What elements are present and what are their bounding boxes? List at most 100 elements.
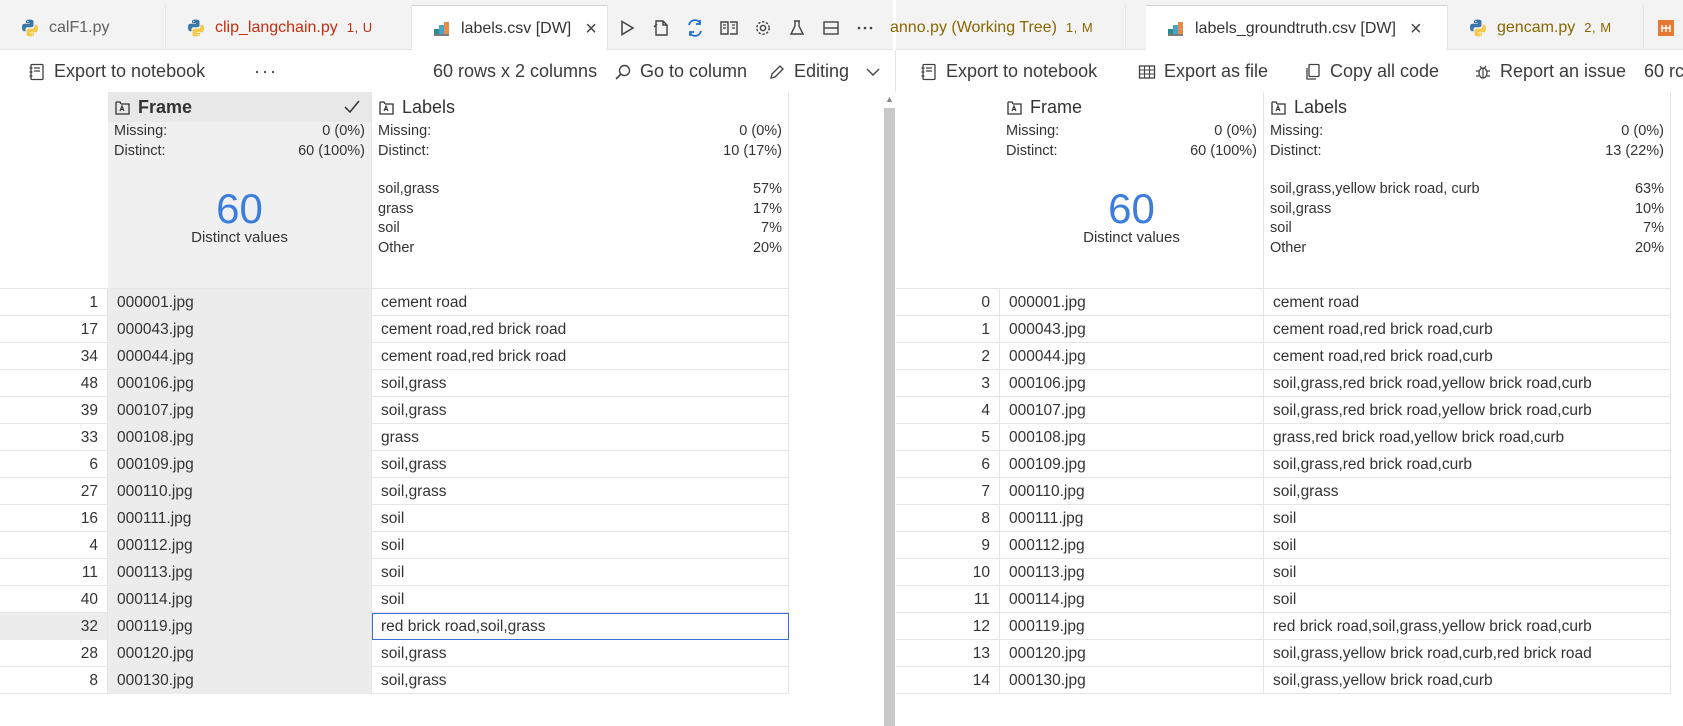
frame-cell[interactable]: 000043.jpg [108, 316, 372, 343]
frame-cell[interactable]: 000119.jpg [1000, 613, 1264, 640]
frame-cell[interactable]: 000110.jpg [108, 478, 372, 505]
table-row[interactable]: 1 000001.jpg cement road [0, 289, 789, 316]
flask-icon[interactable] [780, 11, 814, 45]
frame-cell[interactable]: 000109.jpg [108, 451, 372, 478]
labels-cell[interactable]: cement road,red brick road [372, 343, 789, 370]
frame-cell[interactable]: 000111.jpg [108, 505, 372, 532]
gear-icon[interactable] [746, 11, 780, 45]
table-row[interactable]: 9 000112.jpg soil [896, 532, 1671, 559]
labels-cell[interactable]: cement road,red brick road,curb [1264, 316, 1671, 343]
tab-calF1[interactable]: calF1.py [0, 5, 166, 50]
labels-cell[interactable]: soil [1264, 532, 1671, 559]
tab-labels-groundtruth-csv[interactable]: labels_groundtruth.csv [DW] × [1146, 5, 1448, 51]
labels-cell[interactable]: red brick road,soil,grass,yellow brick r… [1264, 613, 1671, 640]
more-actions-button[interactable]: ··· [254, 51, 278, 92]
table-row[interactable]: 8 000111.jpg soil [896, 505, 1671, 532]
labels-cell[interactable]: soil,grass [372, 370, 789, 397]
frame-cell[interactable]: 000114.jpg [1000, 586, 1264, 613]
labels-cell[interactable]: cement road,red brick road,curb [1264, 343, 1671, 370]
export-to-notebook-button[interactable]: Export to notebook [28, 51, 205, 92]
labels-cell[interactable]: cement road,red brick road [372, 316, 789, 343]
table-row[interactable]: 5 000108.jpg grass,red brick road,yellow b… [896, 424, 1671, 451]
labels-cell[interactable]: soil [372, 505, 789, 532]
frame-cell[interactable]: 000044.jpg [108, 343, 372, 370]
table-row[interactable]: 8 000130.jpg soil,grass [0, 667, 789, 694]
labels-cell[interactable]: soil,grass,yellow brick road,curb [1264, 667, 1671, 694]
table-row[interactable]: 32 000119.jpg red brick road,soil,grass [0, 613, 789, 640]
report-issue-button[interactable]: Report an issue [1474, 51, 1626, 92]
copy-all-code-button[interactable]: Copy all code [1304, 51, 1439, 92]
frame-cell[interactable]: 000107.jpg [1000, 397, 1264, 424]
table-row[interactable]: 17 000043.jpg cement road,red brick road [0, 316, 789, 343]
table-row[interactable]: 34 000044.jpg cement road,red brick road [0, 343, 789, 370]
frame-cell[interactable]: 000108.jpg [1000, 424, 1264, 451]
table-row[interactable]: 39 000107.jpg soil,grass [0, 397, 789, 424]
scroll-up-icon[interactable]: ▲ [884, 94, 895, 104]
table-row[interactable]: 3 000106.jpg soil,grass,red brick road,yel… [896, 370, 1671, 397]
frame-cell[interactable]: 000120.jpg [108, 640, 372, 667]
table-row[interactable]: 48 000106.jpg soil,grass [0, 370, 789, 397]
labels-cell[interactable]: soil [372, 532, 789, 559]
labels-cell[interactable]: soil,grass [372, 451, 789, 478]
table-row[interactable]: 11 000113.jpg soil [0, 559, 789, 586]
more-icon[interactable] [848, 11, 882, 45]
table-row[interactable]: 4 000112.jpg soil [0, 532, 789, 559]
labels-cell[interactable]: soil,grass [372, 640, 789, 667]
labels-cell[interactable]: cement road [372, 289, 789, 316]
column-header-frame[interactable]: Frame Missing: 0 (0%) Distinct: 60 (100%) … [1000, 92, 1264, 288]
frame-cell[interactable]: 000112.jpg [108, 532, 372, 559]
frame-cell[interactable]: 000114.jpg [108, 586, 372, 613]
run-icon[interactable] [610, 11, 644, 45]
table-row[interactable]: 7 000110.jpg soil,grass [896, 478, 1671, 505]
tab-overflow[interactable] [1644, 5, 1683, 50]
frame-cell[interactable]: 000043.jpg [1000, 316, 1264, 343]
labels-cell[interactable]: soil [372, 586, 789, 613]
frame-cell[interactable]: 000113.jpg [1000, 559, 1264, 586]
compare-icon[interactable] [678, 11, 712, 45]
table-row[interactable]: 10 000113.jpg soil [896, 559, 1671, 586]
labels-cell[interactable]: soil,grass,red brick road,curb [1264, 451, 1671, 478]
table-row[interactable]: 0 000001.jpg cement road [896, 289, 1671, 316]
frame-cell[interactable]: 000107.jpg [108, 397, 372, 424]
frame-cell[interactable]: 000106.jpg [1000, 370, 1264, 397]
table-row[interactable]: 1 000043.jpg cement road,red brick road,cu… [896, 316, 1671, 343]
labels-cell[interactable]: soil,grass [372, 397, 789, 424]
table-row[interactable]: 16 000111.jpg soil [0, 505, 789, 532]
tab-labels-csv[interactable]: labels.csv [DW] × [412, 5, 608, 51]
tab-clip-langchain[interactable]: clip_langchain.py 1, U [166, 5, 412, 50]
editing-mode-dropdown[interactable]: Editing [768, 51, 881, 92]
frame-cell[interactable]: 000001.jpg [1000, 289, 1264, 316]
column-header-frame[interactable]: Frame Missing: 0 (0%) Distinct: 60 (100%) … [108, 92, 372, 288]
labels-cell[interactable]: soil,grass [372, 478, 789, 505]
frame-cell[interactable]: 000044.jpg [1000, 343, 1264, 370]
frame-cell[interactable]: 000120.jpg [1000, 640, 1264, 667]
table-row[interactable]: 6 000109.jpg soil,grass,red brick road,cur… [896, 451, 1671, 478]
export-as-file-button[interactable]: Export as file [1138, 51, 1268, 92]
table-row[interactable]: 2 000044.jpg cement road,red brick road,cu… [896, 343, 1671, 370]
open-file-icon[interactable] [644, 11, 678, 45]
table-row[interactable]: 40 000114.jpg soil [0, 586, 789, 613]
tab-gencam[interactable]: gencam.py 2, M [1448, 5, 1644, 50]
frame-cell[interactable]: 000109.jpg [1000, 451, 1264, 478]
labels-cell[interactable]: soil,grass [372, 667, 789, 694]
vertical-scrollbar[interactable] [884, 108, 895, 726]
frame-cell[interactable]: 000113.jpg [108, 559, 372, 586]
close-icon[interactable]: × [1410, 19, 1422, 39]
table-row[interactable]: 6 000109.jpg soil,grass [0, 451, 789, 478]
labels-cell[interactable]: soil,grass,red brick road,yellow brick r… [1264, 397, 1671, 424]
labels-cell[interactable]: grass [372, 424, 789, 451]
labels-cell[interactable]: cement road [1264, 289, 1671, 316]
go-to-column-button[interactable]: Go to column [614, 51, 747, 92]
table-row[interactable]: 14 000130.jpg soil,grass,yellow brick road… [896, 667, 1671, 694]
frame-cell[interactable]: 000110.jpg [1000, 478, 1264, 505]
labels-cell[interactable]: soil,grass,red brick road,yellow brick r… [1264, 370, 1671, 397]
labels-cell[interactable]: soil,grass,yellow brick road,curb,red br… [1264, 640, 1671, 667]
frame-cell[interactable]: 000130.jpg [108, 667, 372, 694]
labels-cell[interactable]: soil [372, 559, 789, 586]
table-row[interactable]: 11 000114.jpg soil [896, 586, 1671, 613]
labels-cell[interactable]: soil [1264, 559, 1671, 586]
preview-icon[interactable] [712, 11, 746, 45]
table-row[interactable]: 4 000107.jpg soil,grass,red brick road,yel… [896, 397, 1671, 424]
frame-cell[interactable]: 000001.jpg [108, 289, 372, 316]
frame-cell[interactable]: 000119.jpg [108, 613, 372, 640]
